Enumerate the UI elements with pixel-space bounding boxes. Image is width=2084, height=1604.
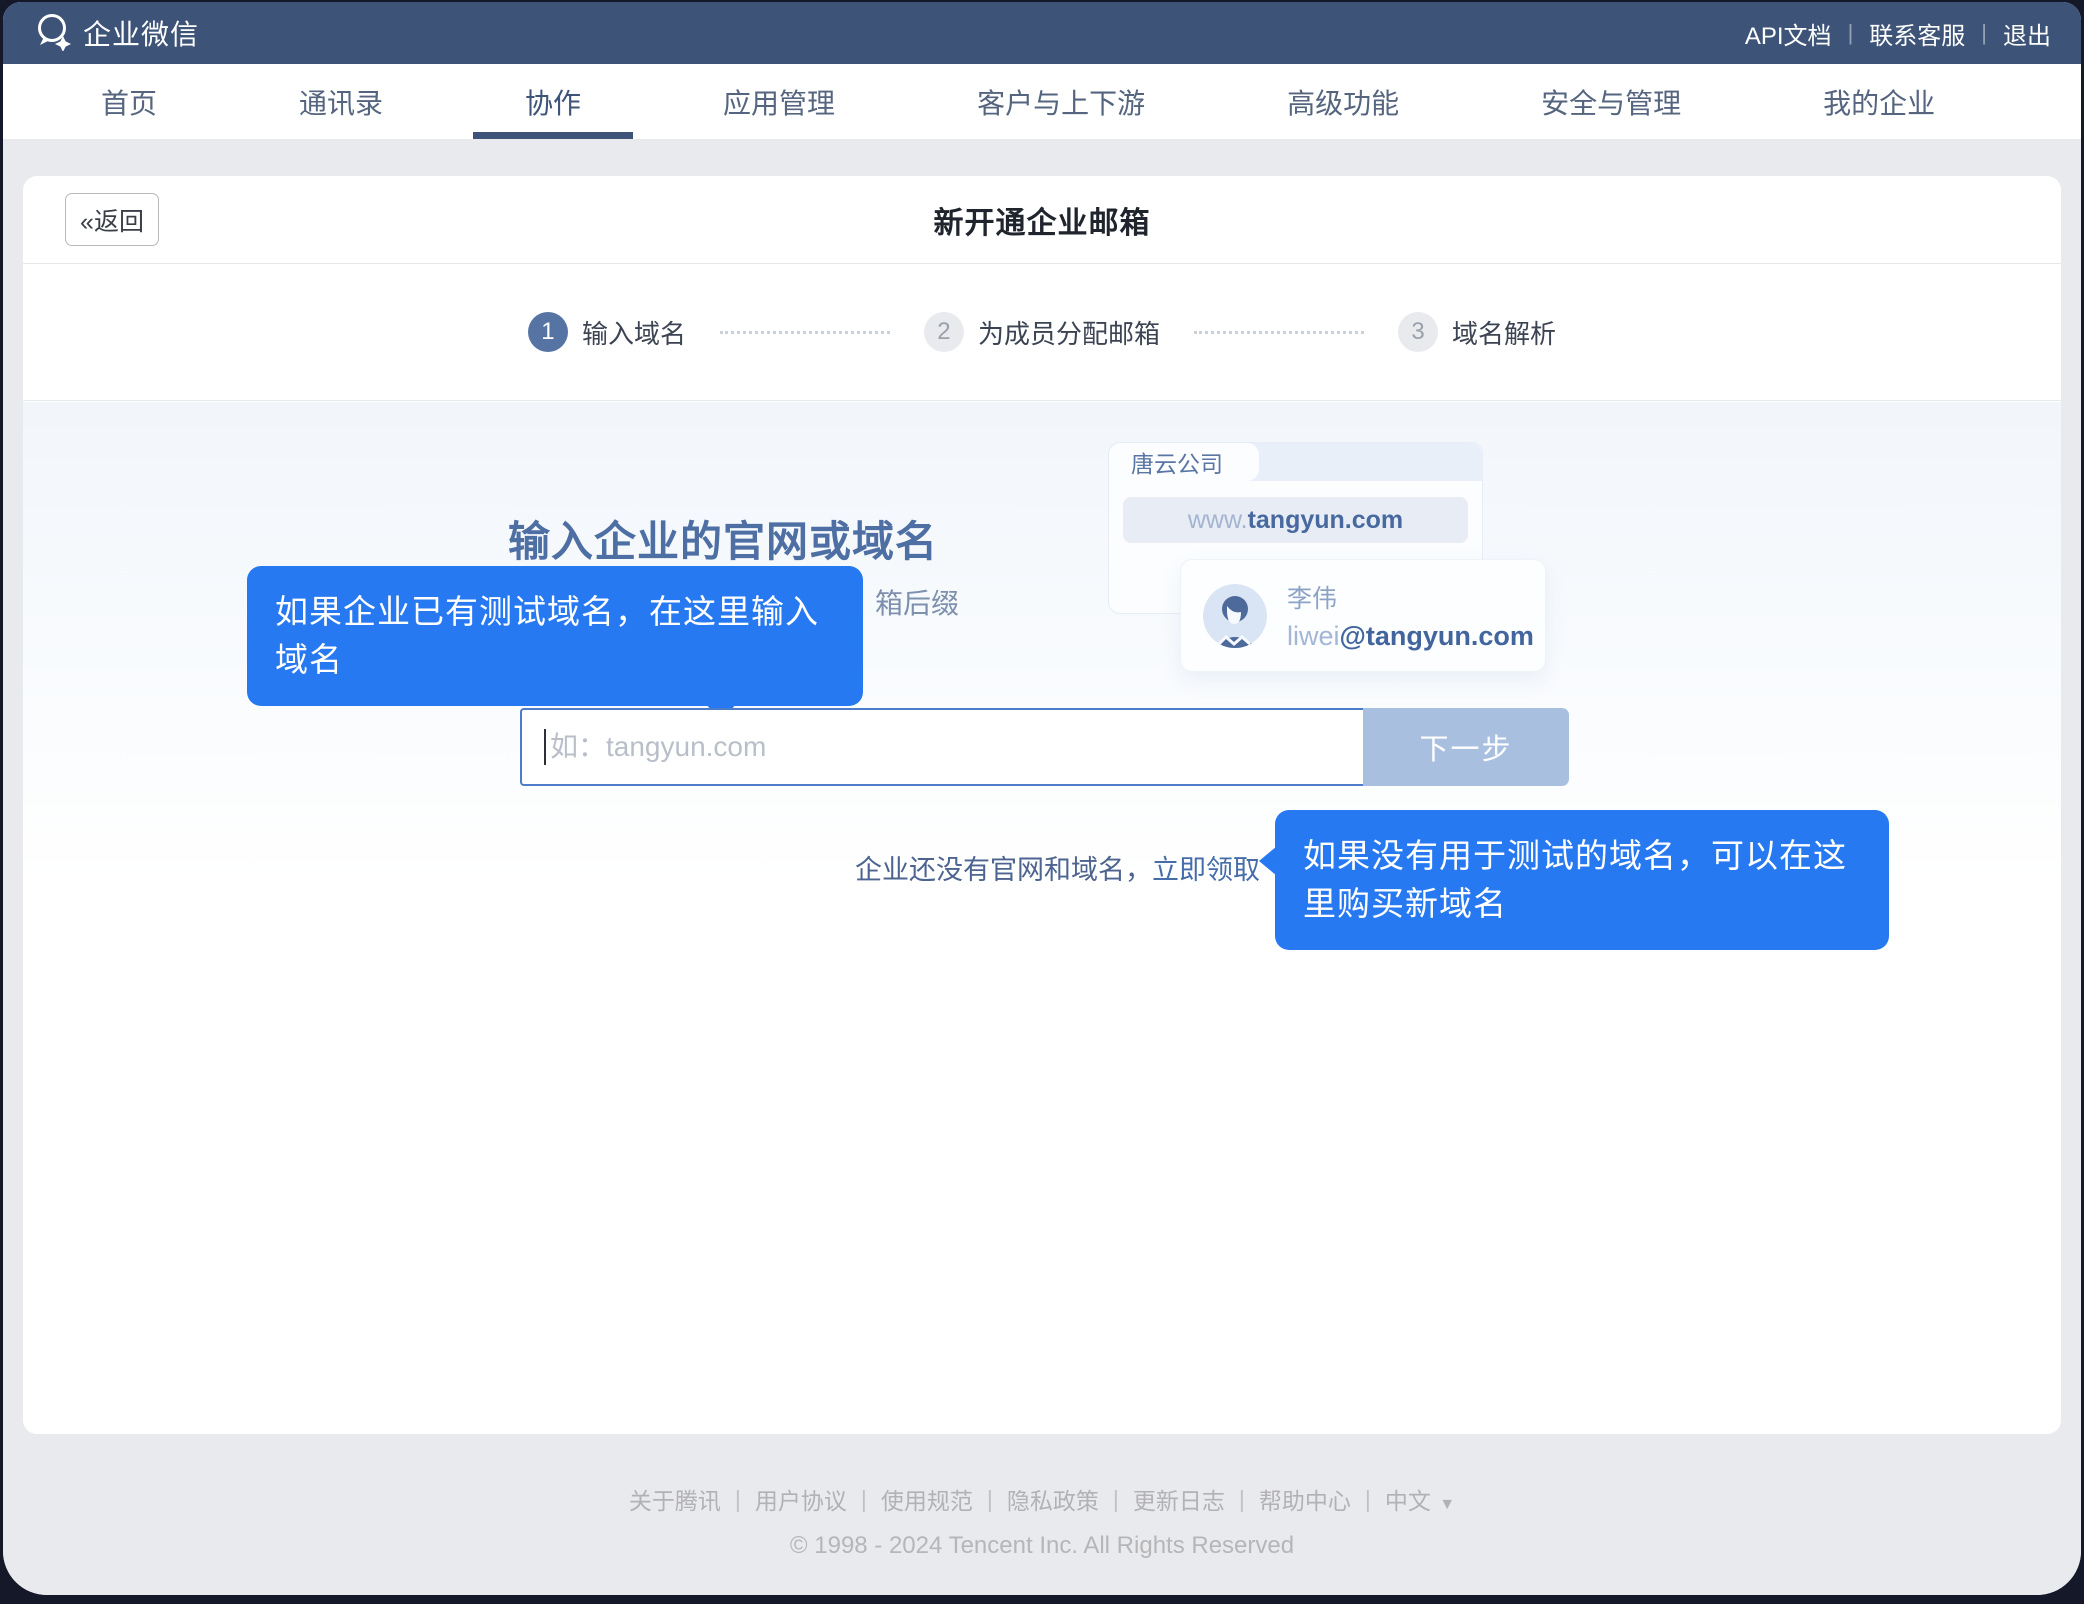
url-domain: tangyun.com bbox=[1248, 506, 1404, 535]
wecom-logo[interactable]: 企业微信 bbox=[33, 11, 199, 56]
nav-tab-my-company[interactable]: 我的企业 bbox=[1823, 64, 1935, 139]
footer-separator: | bbox=[1113, 1486, 1119, 1513]
footer-link-help[interactable]: 帮助中心 bbox=[1259, 1482, 1351, 1516]
footer-link-usage[interactable]: 使用规范 bbox=[881, 1482, 973, 1516]
topbar-links: API文档 | 联系客服 | 退出 bbox=[1745, 16, 2051, 51]
footer-link-privacy[interactable]: 隐私政策 bbox=[1007, 1482, 1099, 1516]
step-enter-domain: 1 输入域名 bbox=[528, 312, 686, 352]
nav-tab-customers[interactable]: 客户与上下游 bbox=[977, 64, 1145, 139]
chevron-down-icon: ▼ bbox=[1439, 1496, 1455, 1513]
footer-links: 关于腾讯 | 用户协议 | 使用规范 | 隐私政策 | 更新日志 | 帮助中心 … bbox=[629, 1482, 1455, 1516]
tooltip-enter-domain-text: 如果企业已有测试域名，在这里输入域名 bbox=[275, 593, 819, 678]
nav-tab-advanced[interactable]: 高级功能 bbox=[1287, 64, 1399, 139]
contact-support-link[interactable]: 联系客服 bbox=[1869, 16, 1965, 51]
tooltip-enter-domain: 如果企业已有测试域名，在这里输入域名 bbox=[247, 566, 863, 706]
email-user: liwei bbox=[1287, 621, 1340, 651]
company-tab: 唐云公司 bbox=[1109, 443, 1259, 481]
hero-subtitle-partial: 箱后缀 bbox=[875, 582, 959, 622]
wecom-logo-icon bbox=[33, 11, 73, 56]
step-2-label: 为成员分配邮箱 bbox=[978, 314, 1160, 351]
footer-link-terms[interactable]: 用户协议 bbox=[755, 1482, 847, 1516]
hero-section: 输入企业的官网或域名 箱后缀 唐云公司 www. tangyun.com bbox=[23, 402, 2061, 1434]
step-domain-resolution: 3 域名解析 bbox=[1398, 312, 1556, 352]
main-nav: 首页 通讯录 协作 应用管理 客户与上下游 高级功能 安全与管理 我的企业 bbox=[3, 64, 2081, 139]
topbar-separator: | bbox=[1848, 20, 1854, 46]
hero-heading: 输入企业的官网或域名 bbox=[508, 508, 938, 569]
domain-input-wrap bbox=[520, 708, 1363, 786]
domain-input[interactable] bbox=[520, 708, 1363, 786]
step-1-circle: 1 bbox=[528, 312, 568, 352]
footer-separator: | bbox=[987, 1486, 993, 1513]
step-3-circle: 3 bbox=[1398, 312, 1438, 352]
text-cursor bbox=[544, 729, 546, 765]
page-header: «返回 新开通企业邮箱 bbox=[23, 176, 2061, 264]
footer-separator: | bbox=[735, 1486, 741, 1513]
email-domain: @tangyun.com bbox=[1340, 621, 1534, 651]
app-window: 企业微信 API文档 | 联系客服 | 退出 首页 通讯录 协作 应用管理 客户… bbox=[3, 2, 2081, 1595]
person-info: 李伟 liwei@tangyun.com bbox=[1287, 579, 1534, 652]
url-bar: www. tangyun.com bbox=[1123, 497, 1468, 543]
footer-separator: | bbox=[861, 1486, 867, 1513]
logo-title: 企业微信 bbox=[83, 13, 199, 53]
footer-link-about[interactable]: 关于腾讯 bbox=[629, 1482, 721, 1516]
url-prefix: www. bbox=[1188, 506, 1248, 535]
api-docs-link[interactable]: API文档 bbox=[1745, 16, 1832, 51]
nav-tab-contacts[interactable]: 通讯录 bbox=[299, 64, 383, 139]
step-1-label: 输入域名 bbox=[582, 314, 686, 351]
topbar-separator: | bbox=[1981, 20, 1987, 46]
language-label: 中文 bbox=[1385, 1488, 1431, 1514]
nav-tab-home[interactable]: 首页 bbox=[101, 64, 157, 139]
language-selector[interactable]: 中文 ▼ bbox=[1385, 1482, 1455, 1516]
step-assign-mailboxes: 2 为成员分配邮箱 bbox=[924, 312, 1160, 352]
footer-link-changelog[interactable]: 更新日志 bbox=[1133, 1482, 1225, 1516]
top-bar: 企业微信 API文档 | 联系客服 | 退出 bbox=[3, 2, 2081, 64]
step-3-label: 域名解析 bbox=[1452, 314, 1556, 351]
back-button[interactable]: «返回 bbox=[65, 193, 159, 246]
footer: 关于腾讯 | 用户协议 | 使用规范 | 隐私政策 | 更新日志 | 帮助中心 … bbox=[3, 1434, 2081, 1595]
next-step-button[interactable]: 下一步 bbox=[1363, 708, 1569, 786]
tooltip-buy-domain: 如果没有用于测试的域名，可以在这里购买新域名 bbox=[1275, 810, 1889, 950]
claim-domain-link[interactable]: 立即领取 bbox=[1152, 855, 1260, 885]
avatar bbox=[1203, 584, 1267, 648]
person-email: liwei@tangyun.com bbox=[1287, 621, 1534, 652]
footer-separator: | bbox=[1239, 1486, 1245, 1513]
no-domain-text: 企业还没有官网和域名， bbox=[855, 855, 1152, 885]
tooltip-left-arrow bbox=[1259, 846, 1277, 876]
logout-link[interactable]: 退出 bbox=[2003, 16, 2051, 51]
tooltip-buy-domain-text: 如果没有用于测试的域名，可以在这里购买新域名 bbox=[1303, 837, 1847, 922]
browser-tab-strip: 唐云公司 bbox=[1109, 443, 1482, 481]
step-2-circle: 2 bbox=[924, 312, 964, 352]
wizard-stepper: 1 输入域名 2 为成员分配邮箱 3 域名解析 bbox=[23, 264, 2061, 401]
person-name: 李伟 bbox=[1287, 579, 1534, 615]
nav-tab-collaboration[interactable]: 协作 bbox=[525, 64, 581, 139]
page-title: 新开通企业邮箱 bbox=[934, 198, 1151, 242]
footer-separator: | bbox=[1365, 1486, 1371, 1513]
email-preview-card: 李伟 liwei@tangyun.com bbox=[1180, 559, 1546, 672]
nav-tab-security[interactable]: 安全与管理 bbox=[1541, 64, 1681, 139]
step-connector bbox=[1194, 331, 1364, 334]
content-card: «返回 新开通企业邮箱 1 输入域名 2 为成员分配邮箱 3 域名解析 输入企业… bbox=[23, 176, 2061, 1434]
nav-tab-app-management[interactable]: 应用管理 bbox=[723, 64, 835, 139]
no-domain-row: 企业还没有官网和域名，立即领取 bbox=[855, 848, 1260, 887]
step-connector bbox=[720, 331, 890, 334]
copyright-text: © 1998 - 2024 Tencent Inc. All Rights Re… bbox=[790, 1532, 1294, 1560]
